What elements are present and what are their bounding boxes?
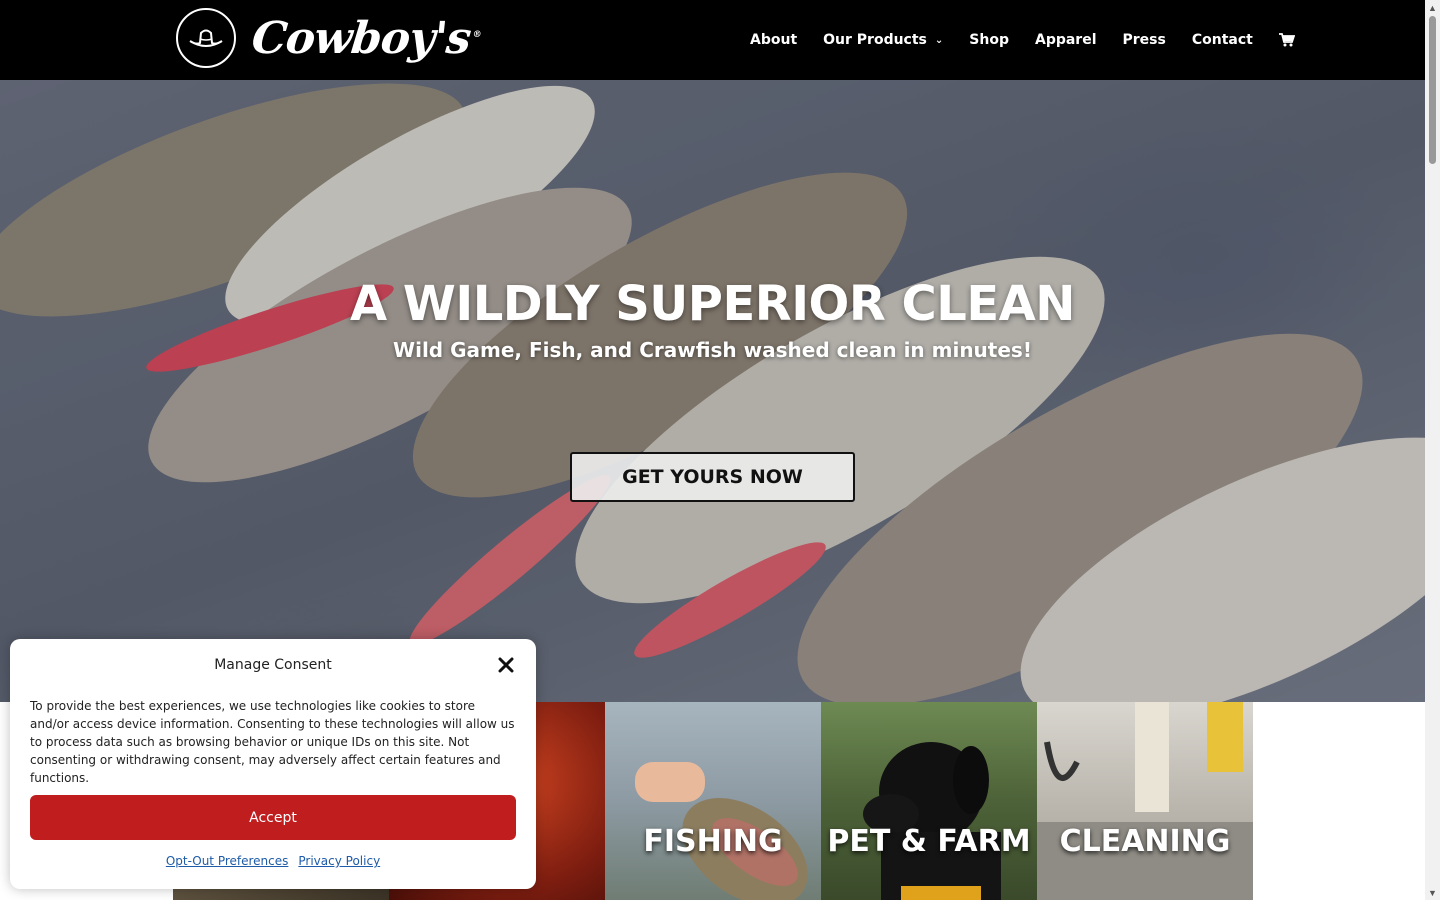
main-nav: About Our Products ⌄ Shop Apparel Press C…	[750, 31, 1297, 49]
category-label: CLEANING	[1059, 824, 1231, 859]
consent-dialog: Manage Consent To provide the best exper…	[10, 639, 536, 889]
scrollbar-thumb[interactable]	[1429, 16, 1436, 164]
category-tile-pet-farm[interactable]: PET & FARM	[821, 702, 1037, 900]
hero-overlay	[0, 80, 1425, 702]
category-tile-cleaning[interactable]: CLEANING	[1037, 702, 1253, 900]
category-label: FISHING	[643, 824, 783, 859]
cart-icon[interactable]	[1278, 31, 1297, 49]
nav-about[interactable]: About	[750, 32, 797, 48]
scroll-up-arrow-icon[interactable]: ▲	[1428, 3, 1437, 13]
nav-apparel[interactable]: Apparel	[1035, 32, 1097, 48]
get-yours-now-button[interactable]: GET YOURS NOW	[570, 452, 855, 502]
category-tile-fishing[interactable]: FISHING	[605, 702, 821, 900]
black-dog-image	[863, 742, 1001, 900]
category-label: PET & FARM	[827, 824, 1031, 859]
nav-contact[interactable]: Contact	[1192, 32, 1253, 48]
trout-image	[635, 762, 808, 900]
site-header: Cowboy's® About Our Products ⌄ Shop Appar…	[0, 0, 1425, 80]
privacy-policy-link[interactable]: Privacy Policy	[298, 854, 380, 868]
page-scrollbar[interactable]: ▲ ▼	[1425, 0, 1440, 900]
nav-press[interactable]: Press	[1123, 32, 1166, 48]
chevron-down-icon: ⌄	[934, 34, 944, 46]
hero-subtitle: Wild Game, Fish, and Crawfish washed cle…	[393, 338, 1032, 362]
opt-out-preferences-link[interactable]: Opt-Out Preferences	[166, 854, 289, 868]
brand-wordmark: Cowboy's®	[249, 12, 482, 64]
consent-links: Opt-Out Preferences Privacy Policy	[10, 854, 536, 868]
site-logo[interactable]: Cowboy's®	[176, 8, 482, 68]
consent-title: Manage Consent	[214, 657, 332, 673]
mop-sink-image	[1037, 702, 1253, 900]
accept-button[interactable]: Accept	[30, 795, 516, 840]
cowboy-hat-icon	[176, 8, 236, 68]
close-icon[interactable]	[496, 655, 516, 675]
nav-our-products[interactable]: Our Products ⌄	[823, 32, 943, 48]
consent-body: To provide the best experiences, we use …	[30, 699, 515, 785]
hero-section: A WILDLY SUPERIOR CLEAN Wild Game, Fish,…	[0, 80, 1425, 702]
nav-shop[interactable]: Shop	[969, 32, 1009, 48]
scroll-down-arrow-icon[interactable]: ▼	[1428, 888, 1437, 898]
hero-title: A WILDLY SUPERIOR CLEAN	[350, 276, 1075, 332]
